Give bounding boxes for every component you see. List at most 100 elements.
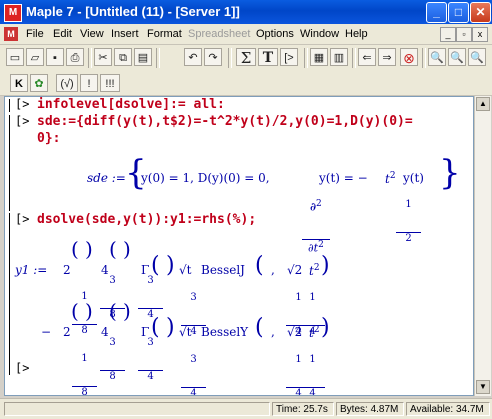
execute-button[interactable]: ! bbox=[80, 74, 98, 92]
menu-format[interactable]: Format bbox=[147, 28, 182, 40]
outdent-icon[interactable]: ▥ bbox=[330, 48, 348, 66]
menu-view[interactable]: View bbox=[80, 28, 104, 40]
execute-all-button[interactable]: !!! bbox=[100, 74, 120, 92]
sde-ic: y(0) = 1, D(y)(0) = 0, bbox=[141, 171, 270, 185]
exp-paren-close-2: ) bbox=[85, 299, 93, 323]
sde-output: sde := { y(0) = 1, D(y)(0) = 0, ∂2 ∂t2 y… bbox=[87, 153, 461, 253]
text-icon[interactable]: T bbox=[258, 48, 278, 66]
maple-leaf-button-icon[interactable]: ✿ bbox=[30, 74, 48, 92]
input-prompt: [> bbox=[15, 114, 30, 128]
menu-help[interactable]: Help bbox=[345, 28, 368, 40]
status-bytes: Bytes: 4.87M bbox=[336, 402, 404, 416]
open-icon[interactable]: ▱ bbox=[26, 48, 44, 66]
comma: , bbox=[271, 263, 275, 277]
input-line[interactable]: infolevel[dsolve]:= all: bbox=[37, 97, 225, 112]
base-two-2: 2 bbox=[63, 325, 71, 339]
gamma-symbol: Γ bbox=[141, 263, 150, 277]
menu-insert[interactable]: Insert bbox=[111, 28, 139, 40]
maple-leaf-icon[interactable]: M bbox=[4, 4, 22, 22]
gamma-paren-close: ) bbox=[166, 253, 175, 278]
paste-icon[interactable]: ▤ bbox=[134, 48, 152, 66]
maple-input-button[interactable]: K bbox=[10, 74, 28, 92]
menu-spreadsheet: Spreadsheet bbox=[188, 28, 251, 40]
new-icon[interactable]: ▭ bbox=[6, 48, 24, 66]
group-bracket[interactable] bbox=[9, 363, 10, 375]
toolbar-separator bbox=[304, 48, 308, 68]
window-title: Maple 7 - [Untitled (11) - [Server 1]] bbox=[26, 4, 240, 19]
save-icon[interactable]: ▪ bbox=[46, 48, 64, 66]
sqrt-t-2: √t bbox=[179, 325, 192, 339]
bessely-arg-num: 1 bbox=[309, 354, 316, 365]
menu-window[interactable]: Window bbox=[300, 28, 339, 40]
prompt-icon[interactable]: [> bbox=[280, 48, 298, 66]
copy-icon[interactable]: ⧉ bbox=[114, 48, 132, 66]
bessel-paren-close: ) bbox=[321, 253, 330, 278]
toolbar-separator bbox=[422, 48, 426, 68]
derivative-order: 2 bbox=[315, 199, 322, 209]
undo-icon[interactable]: ↶ bbox=[184, 48, 202, 66]
toolbar-separator bbox=[88, 48, 92, 68]
bessely-arg-den: 4 bbox=[299, 387, 326, 395]
group-bracket[interactable] bbox=[9, 115, 10, 211]
indent-icon[interactable]: ▦ bbox=[310, 48, 328, 66]
sqrt-two: √2 bbox=[287, 263, 303, 277]
zoom-out-icon[interactable]: 🔍 bbox=[448, 48, 466, 66]
sde-lhs-text: sde := bbox=[87, 171, 126, 185]
y1-lhs: y1 := bbox=[15, 263, 47, 277]
status-available: Available: 34.7M bbox=[406, 402, 490, 416]
input-line[interactable]: dsolve(sde,y(t)):y1:=rhs(%); bbox=[37, 212, 256, 227]
exp-paren-close: ) bbox=[85, 237, 93, 261]
group-bracket[interactable] bbox=[9, 99, 10, 112]
gamma-paren-close-2: ) bbox=[166, 315, 175, 340]
sde-lhs: sde := bbox=[87, 171, 126, 185]
scroll-down-icon[interactable]: ▼ bbox=[476, 380, 490, 394]
minimize-button[interactable]: _ bbox=[426, 2, 447, 23]
doc-minimize-button[interactable]: _ bbox=[440, 27, 456, 42]
bessely-paren-close: ) bbox=[321, 315, 330, 340]
maximize-button[interactable]: □ bbox=[448, 2, 469, 23]
stop-icon[interactable]: ⊗ bbox=[400, 48, 418, 66]
t-exp3: 2 bbox=[313, 325, 320, 335]
main-toolbar: ▭ ▱ ▪ ⎙ ✂ ⧉ ▤ ↶ ↷ Σ T [> ▦ ▥ ⇐ ⇒ ⊗ 🔍 🔍 🔍 bbox=[0, 45, 492, 72]
doc-close-button[interactable]: x bbox=[472, 27, 488, 42]
menu-options[interactable]: Options bbox=[256, 28, 294, 40]
redo-icon[interactable]: ↷ bbox=[204, 48, 222, 66]
gamma-arg-2-body: 3 4 bbox=[180, 332, 207, 395]
sigma-icon[interactable]: Σ bbox=[236, 48, 256, 67]
base-four-2: 4 bbox=[101, 325, 109, 339]
exp2-paren-close-2: ) bbox=[123, 299, 131, 323]
base-two: 2 bbox=[63, 263, 71, 277]
gamma2-arg-num: 3 bbox=[190, 354, 197, 365]
bessely-arg-coef-body: 1 4 bbox=[299, 332, 326, 395]
t-squared-2: t2 bbox=[309, 325, 320, 340]
input-prompt: [> bbox=[15, 361, 30, 375]
t-squared: t2 bbox=[309, 263, 320, 278]
sqrt-t: √t bbox=[179, 263, 192, 277]
base-four: 4 bbox=[101, 263, 109, 277]
doc-restore-button[interactable]: ▫ bbox=[456, 27, 472, 42]
back-icon[interactable]: ⇐ bbox=[358, 48, 376, 66]
derivative-num: ∂2 bbox=[302, 199, 330, 213]
zoom-fit-icon[interactable]: 🔍 bbox=[468, 48, 486, 66]
group-bracket[interactable] bbox=[9, 213, 10, 363]
scroll-up-icon[interactable]: ▲ bbox=[476, 97, 490, 111]
document-icon[interactable]: M bbox=[4, 27, 18, 41]
expression-check-button[interactable]: (√) bbox=[56, 74, 78, 92]
print-icon[interactable]: ⎙ bbox=[66, 48, 84, 66]
comma-2: , bbox=[271, 325, 275, 339]
menu-file[interactable]: File bbox=[26, 28, 44, 40]
vertical-scrollbar[interactable]: ▲ ▼ bbox=[474, 96, 491, 396]
title-bar[interactable]: M Maple 7 - [Untitled (11) - [Server 1]]… bbox=[0, 0, 492, 24]
cut-icon[interactable]: ✂ bbox=[94, 48, 112, 66]
menu-edit[interactable]: Edit bbox=[53, 28, 72, 40]
input-line-continued[interactable]: 0}: bbox=[37, 131, 60, 146]
sde-rhs-start: y(t) = − bbox=[319, 171, 368, 185]
input-prompt: [> bbox=[15, 97, 30, 111]
y1-lhs-text: y1 := bbox=[15, 263, 48, 277]
sde-t2: t2 bbox=[385, 171, 396, 186]
input-line[interactable]: sde:={diff(y(t),t$2)=-t^2*y(t)/2,y(0)=1,… bbox=[37, 114, 413, 129]
forward-icon[interactable]: ⇒ bbox=[378, 48, 396, 66]
worksheet[interactable]: [> infolevel[dsolve]:= all: [> sde:={dif… bbox=[4, 96, 474, 396]
zoom-in-icon[interactable]: 🔍 bbox=[428, 48, 446, 66]
close-button[interactable]: ✕ bbox=[470, 2, 491, 23]
